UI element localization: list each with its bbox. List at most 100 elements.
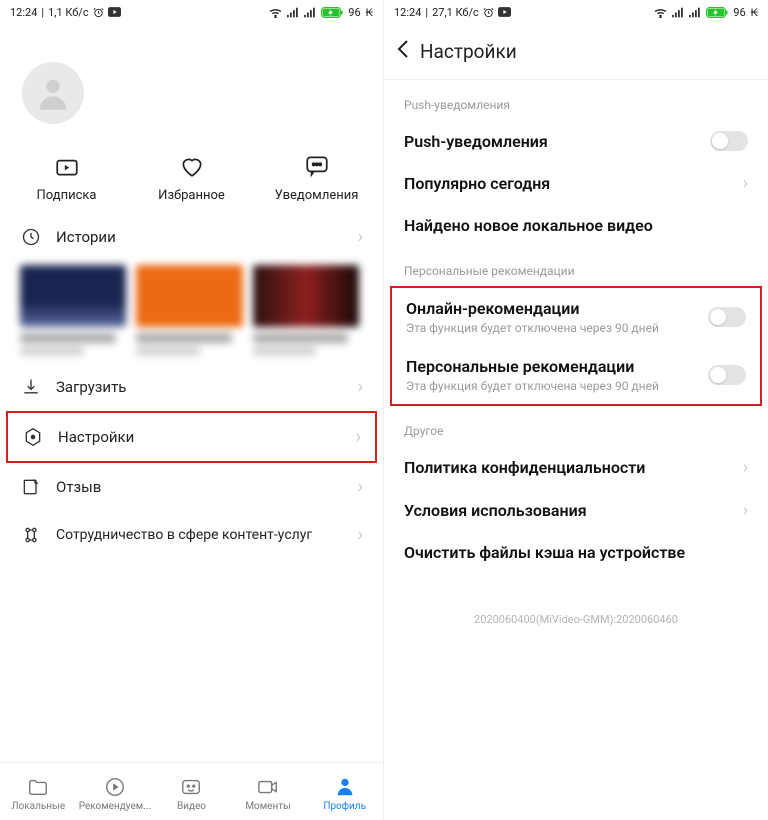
- download-icon: [20, 377, 42, 397]
- feedback-row[interactable]: Отзыв ›: [20, 463, 363, 511]
- battery-icon: [321, 7, 343, 18]
- battery-percent: 96: [733, 6, 745, 19]
- chat-icon: [303, 152, 331, 180]
- history-label: Истории: [56, 228, 116, 246]
- chevron-right-icon: ›: [358, 377, 363, 398]
- history-row[interactable]: Истории ›: [20, 213, 363, 261]
- nav-profile[interactable]: Профиль: [306, 776, 383, 812]
- alarm-icon: [93, 7, 104, 18]
- action-row: Подписка Избранное Уведомления: [0, 152, 383, 203]
- status-time: 12:24: [10, 6, 37, 19]
- other-section-header: Другое: [384, 406, 768, 446]
- build-info: 2020060400(MiVideo-GMM):2020060460: [384, 613, 768, 626]
- youtube-icon: [498, 7, 511, 17]
- nav-recommended-label: Рекомендуем...: [79, 801, 151, 812]
- push-row[interactable]: Push-уведомления: [384, 120, 768, 162]
- download-label: Загрузить: [56, 378, 126, 396]
- screen-profile: 12:24 | 1,1 Кб/с 96 ₭: [0, 0, 384, 820]
- action-favorites-label: Избранное: [158, 188, 225, 203]
- gear-icon: [22, 427, 44, 447]
- header-title: Настройки: [420, 40, 517, 63]
- smile-icon: [180, 776, 202, 798]
- wifi-icon: [654, 7, 667, 18]
- chevron-right-icon: ›: [743, 173, 748, 194]
- signal-icon: [672, 7, 684, 18]
- battery-icon: [706, 7, 728, 18]
- personal-section-header: Персональные рекомендации: [384, 246, 768, 286]
- signal-icon-2: [304, 7, 316, 18]
- cooperation-icon: [20, 525, 42, 545]
- battery-suffix: ₭: [366, 6, 373, 19]
- personal-rec-toggle[interactable]: [708, 365, 746, 385]
- online-rec-sub: Эта функция будет отключена через 90 дне…: [406, 321, 708, 335]
- push-section-header: Push-уведомления: [384, 80, 768, 120]
- online-rec-toggle[interactable]: [708, 307, 746, 327]
- terms-row[interactable]: Условия использования ›: [384, 489, 768, 532]
- action-subscribe-label: Подписка: [37, 188, 97, 203]
- wifi-icon: [269, 7, 282, 18]
- camera-icon: [257, 776, 279, 798]
- found-local-row[interactable]: Найдено новое локальное видео: [384, 205, 768, 246]
- avatar[interactable]: [22, 62, 84, 124]
- chevron-right-icon: ›: [356, 427, 361, 448]
- found-local-label: Найдено новое локальное видео: [404, 216, 748, 235]
- nav-recommended[interactable]: Рекомендуем...: [77, 776, 154, 812]
- header: Настройки: [384, 24, 768, 80]
- play-circle-icon: [104, 776, 126, 798]
- status-bar: 12:24 | 1,1 Кб/с 96 ₭: [0, 0, 383, 24]
- history-thumbnails: [0, 261, 383, 363]
- cooperation-row[interactable]: Сотрудничество в сфере контент-услуг ›: [20, 511, 363, 559]
- personal-rec-sub: Эта функция будет отключена через 90 дне…: [406, 379, 708, 393]
- popular-row[interactable]: Популярно сегодня ›: [384, 162, 768, 205]
- push-toggle[interactable]: [710, 131, 748, 151]
- action-favorites[interactable]: Избранное: [130, 152, 254, 203]
- popular-label: Популярно сегодня: [404, 174, 735, 193]
- chevron-right-icon: ›: [743, 457, 748, 478]
- push-label: Push-уведомления: [404, 132, 710, 151]
- nav-moments-label: Моменты: [245, 801, 291, 812]
- chevron-right-icon: ›: [358, 227, 363, 248]
- nav-moments[interactable]: Моменты: [230, 776, 307, 812]
- personal-rec-label: Персональные рекомендации: [406, 357, 708, 376]
- nav-local[interactable]: Локальные: [0, 776, 77, 812]
- nav-video-label: Видео: [177, 801, 206, 812]
- clear-cache-label: Очистить файлы кэша на устройстве: [404, 543, 748, 562]
- clear-cache-row[interactable]: Очистить файлы кэша на устройстве: [384, 532, 768, 573]
- heart-icon: [178, 152, 206, 180]
- battery-percent: 96: [348, 6, 360, 19]
- terms-label: Условия использования: [404, 501, 735, 520]
- status-speed: 27,1 Кб/с: [432, 6, 479, 19]
- privacy-row[interactable]: Политика конфиденциальности ›: [384, 446, 768, 489]
- back-button[interactable]: [396, 39, 410, 65]
- action-notifications-label: Уведомления: [275, 188, 359, 203]
- status-time: 12:24: [394, 6, 421, 19]
- folder-icon: [27, 776, 49, 798]
- settings-row-highlight: Настройки ›: [6, 411, 377, 463]
- online-rec-row[interactable]: Онлайн-рекомендации Эта функция будет от…: [392, 288, 760, 346]
- profile-icon: [334, 776, 356, 798]
- settings-row[interactable]: Настройки ›: [22, 413, 361, 461]
- cooperation-label: Сотрудничество в сфере контент-услуг: [56, 527, 312, 543]
- chevron-right-icon: ›: [358, 525, 363, 546]
- nav-profile-label: Профиль: [323, 801, 366, 812]
- settings-label: Настройки: [58, 428, 134, 446]
- status-bar: 12:24 | 27,1 Кб/с 96 ₭: [384, 0, 768, 24]
- chevron-right-icon: ›: [743, 500, 748, 521]
- feedback-label: Отзыв: [56, 478, 101, 496]
- subscribe-icon: [53, 152, 81, 180]
- recommendations-highlight: Онлайн-рекомендации Эта функция будет от…: [390, 286, 762, 406]
- online-rec-label: Онлайн-рекомендации: [406, 299, 708, 318]
- nav-video[interactable]: Видео: [153, 776, 230, 812]
- nav-local-label: Локальные: [11, 801, 65, 812]
- clock-icon: [20, 227, 42, 247]
- personal-rec-row[interactable]: Персональные рекомендации Эта функция бу…: [392, 346, 760, 404]
- signal-icon: [287, 7, 299, 18]
- download-row[interactable]: Загрузить ›: [20, 363, 363, 411]
- action-notifications[interactable]: Уведомления: [255, 152, 379, 203]
- battery-suffix: ₭: [751, 6, 758, 19]
- action-subscribe[interactable]: Подписка: [5, 152, 129, 203]
- bottom-nav: Локальные Рекомендуем... Видео Моменты П…: [0, 762, 383, 820]
- privacy-label: Политика конфиденциальности: [404, 458, 735, 477]
- chevron-right-icon: ›: [358, 477, 363, 498]
- youtube-icon: [108, 7, 121, 17]
